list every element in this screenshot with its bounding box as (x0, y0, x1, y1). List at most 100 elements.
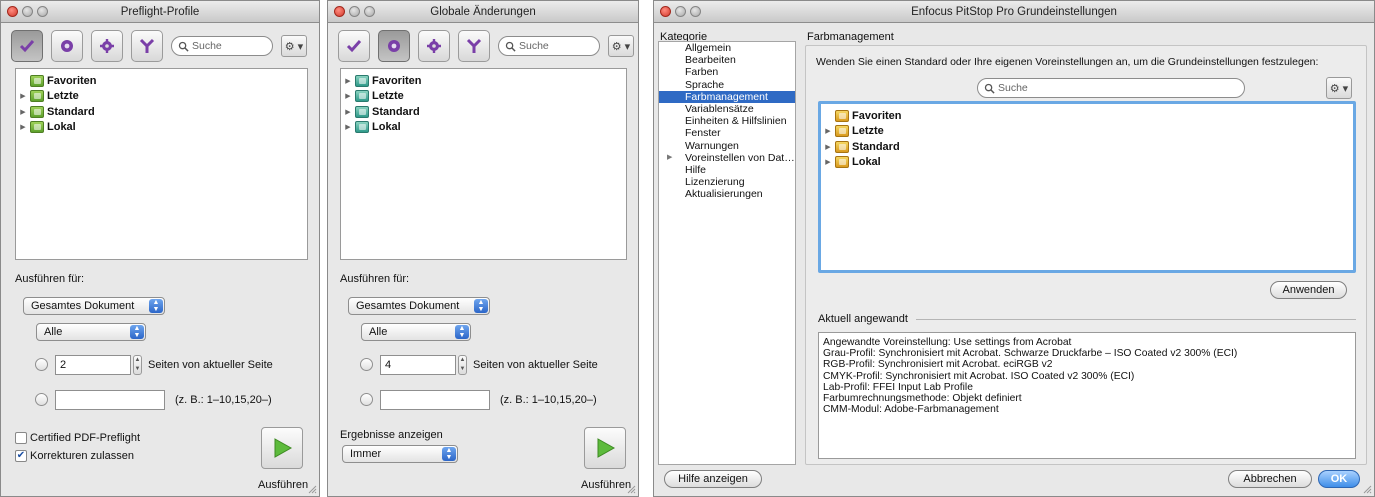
preset-tree[interactable]: Favoriten ▶ Letzte ▶ Standard ▶ Lokal (818, 101, 1356, 273)
zoom-icon[interactable] (37, 6, 48, 17)
gear-menu-button[interactable]: ⚙ ▾ (281, 35, 307, 57)
applied-line: Lab-Profil: FFEI Input Lab Profile (823, 381, 973, 393)
search-placeholder: Suche (519, 40, 549, 52)
pages-radio[interactable] (360, 358, 373, 371)
disclosure-triangle-icon[interactable]: ▶ (16, 123, 30, 131)
settings-button[interactable] (418, 30, 450, 62)
disclosure-triangle-icon[interactable]: ▶ (16, 108, 30, 116)
category-item[interactable]: Bearbeiten (659, 54, 795, 66)
minimize-icon[interactable] (675, 6, 686, 17)
page-range-field[interactable] (55, 390, 165, 410)
category-list[interactable]: Allgemein Bearbeiten Farben Sprache Farb… (658, 41, 796, 465)
tree-item-local[interactable]: ▶ Lokal (341, 120, 626, 136)
tree-item-standard[interactable]: ▶ Standard (341, 104, 626, 120)
filter-select[interactable]: Alle ▲ ▼ (361, 323, 471, 341)
pages-radio[interactable] (35, 358, 48, 371)
close-icon[interactable] (7, 6, 18, 17)
category-item-selected[interactable]: Farbmanagement (659, 90, 795, 103)
category-item-expandable[interactable]: ▶ Voreinstellen von Dat… (659, 152, 795, 164)
run-button[interactable] (261, 427, 303, 469)
filter-button[interactable] (131, 30, 163, 62)
title-bar[interactable]: Preflight-Profile (1, 1, 319, 23)
category-item[interactable]: Sprache (659, 79, 795, 91)
filter-button[interactable] (458, 30, 490, 62)
title-bar[interactable]: Enfocus PitStop Pro Grundeinstellungen (654, 1, 1374, 23)
results-select[interactable]: Immer ▲ ▼ (342, 445, 458, 463)
category-item[interactable]: Variablensätze (659, 103, 795, 115)
zoom-icon[interactable] (364, 6, 375, 17)
show-help-button[interactable]: Hilfe anzeigen (664, 470, 762, 488)
scope-value: Gesamtes Dokument (31, 300, 135, 312)
category-item[interactable]: Hilfe (659, 164, 795, 176)
disclosure-triangle-icon[interactable]: ▶ (821, 158, 835, 166)
scope-select[interactable]: Gesamtes Dokument ▲ ▼ (348, 297, 490, 315)
resize-grip-icon[interactable] (307, 484, 317, 494)
corrections-checkbox[interactable]: ✔ (15, 450, 27, 462)
resize-grip-icon[interactable] (626, 484, 636, 494)
run-button[interactable] (584, 427, 626, 469)
range-radio[interactable] (360, 393, 373, 406)
gear-menu-button[interactable]: ⚙ ▾ (1326, 77, 1352, 99)
tree-item-label: Letzte (47, 90, 79, 103)
disclosure-triangle-icon[interactable]: ▶ (667, 152, 672, 164)
minimize-icon[interactable] (22, 6, 33, 17)
resize-grip-icon[interactable] (1362, 484, 1372, 494)
filter-select[interactable]: Alle ▲ ▼ (36, 323, 146, 341)
tree-item-recent[interactable]: ▶ Letzte (821, 124, 1353, 140)
search-input[interactable]: Suche (171, 36, 273, 56)
folder-icon (355, 121, 369, 134)
certified-label: Certified PDF-Preflight (30, 432, 141, 444)
disclosure-triangle-icon[interactable]: ▶ (16, 92, 30, 100)
minimize-icon[interactable] (349, 6, 360, 17)
zoom-icon[interactable] (690, 6, 701, 17)
tree-item-label: Favoriten (47, 74, 97, 87)
action-list-button[interactable] (51, 30, 83, 62)
disclosure-triangle-icon[interactable]: ▶ (821, 143, 835, 151)
tree-item-local[interactable]: ▶ Lokal (821, 155, 1353, 171)
cog-icon (100, 39, 114, 53)
category-item[interactable]: Aktualisierungen (659, 188, 795, 200)
tree-item-favorites[interactable]: ▶ Favoriten (341, 73, 626, 89)
category-item[interactable]: Lizenzierung (659, 176, 795, 188)
action-list-button[interactable] (378, 30, 410, 62)
tree-item-favorites[interactable]: Favoriten (16, 73, 307, 89)
category-item[interactable]: Allgemein (659, 42, 795, 54)
disclosure-triangle-icon[interactable]: ▶ (341, 77, 355, 85)
tree-item-recent[interactable]: ▶ Letzte (16, 89, 307, 105)
search-input[interactable]: Suche (977, 78, 1245, 98)
disclosure-triangle-icon[interactable]: ▶ (341, 92, 355, 100)
range-radio[interactable] (35, 393, 48, 406)
disclosure-triangle-icon[interactable]: ▶ (341, 108, 355, 116)
pages-stepper[interactable]: ▲ ▼ (133, 355, 142, 375)
checkmark-button[interactable] (11, 30, 43, 62)
tree-item-favorites[interactable]: Favoriten (821, 108, 1353, 124)
close-icon[interactable] (660, 6, 671, 17)
apply-button[interactable]: Anwenden (1270, 281, 1347, 299)
close-icon[interactable] (334, 6, 345, 17)
category-item[interactable]: Einheiten & Hilfslinien (659, 115, 795, 127)
gear-menu-button[interactable]: ⚙ ▾ (608, 35, 634, 57)
profile-tree[interactable]: Favoriten ▶ Letzte ▶ Standard ▶ Lokal (15, 68, 308, 260)
tree-item-standard[interactable]: ▶ Standard (16, 104, 307, 120)
settings-button[interactable] (91, 30, 123, 62)
disclosure-triangle-icon[interactable]: ▶ (341, 123, 355, 131)
tree-item-recent[interactable]: ▶ Letzte (341, 89, 626, 105)
checkmark-button[interactable] (338, 30, 370, 62)
tree-item-standard[interactable]: ▶ Standard (821, 139, 1353, 155)
page-range-field[interactable] (380, 390, 490, 410)
ok-button[interactable]: OK (1318, 470, 1360, 488)
category-item[interactable]: Warnungen (659, 140, 795, 152)
category-item[interactable]: Fenster (659, 127, 795, 139)
title-bar[interactable]: Globale Änderungen (328, 1, 638, 23)
certified-checkbox[interactable] (15, 432, 27, 444)
pages-count-field[interactable]: 4 (380, 355, 456, 375)
search-input[interactable]: Suche (498, 36, 600, 56)
pages-stepper[interactable]: ▲ ▼ (458, 355, 467, 375)
tree-item-local[interactable]: ▶ Lokal (16, 120, 307, 136)
pages-count-field[interactable]: 2 (55, 355, 131, 375)
scope-select[interactable]: Gesamtes Dokument ▲ ▼ (23, 297, 165, 315)
action-list-tree[interactable]: ▶ Favoriten ▶ Letzte ▶ Standard ▶ Lokal (340, 68, 627, 260)
category-item[interactable]: Farben (659, 66, 795, 78)
disclosure-triangle-icon[interactable]: ▶ (821, 127, 835, 135)
cancel-button[interactable]: Abbrechen (1228, 470, 1312, 488)
